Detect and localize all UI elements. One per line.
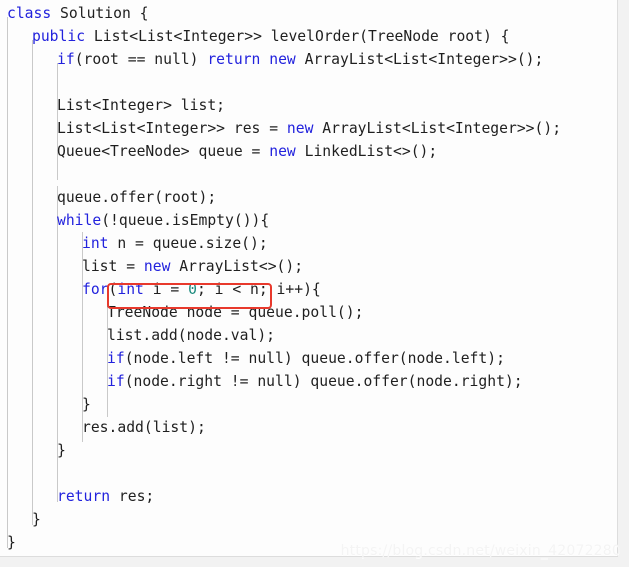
code-token-kw: new xyxy=(143,258,171,275)
code-line[interactable]: int n = queue.size(); xyxy=(0,232,617,255)
code-line[interactable]: List<List<Integer>> res = new ArrayList<… xyxy=(0,117,617,140)
code-line[interactable]: return res; xyxy=(0,485,617,508)
code-token-kw: int xyxy=(82,235,109,252)
code-token-plain: } xyxy=(82,396,91,413)
code-line[interactable] xyxy=(0,462,617,485)
code-token-plain: ArrayList<List<Integer>>(); xyxy=(313,120,562,137)
code-screenshot: class Solution {public List<List<Integer… xyxy=(0,0,629,567)
code-token-plain: i = xyxy=(143,281,189,298)
code-token-kw: return xyxy=(207,51,261,68)
code-token-plain: ArrayList<>(); xyxy=(170,258,304,275)
code-token-plain: List<List<Integer>> levelOrder(TreeNode … xyxy=(85,28,510,45)
code-token-plain: Solution { xyxy=(51,5,149,22)
code-line[interactable]: list.add(node.val); xyxy=(0,324,617,347)
code-line[interactable]: Queue<TreeNode> queue = new LinkedList<>… xyxy=(0,140,617,163)
code-token-kw: new xyxy=(286,120,314,137)
code-token-plain: (!queue.isEmpty()){ xyxy=(101,212,270,229)
code-token-plain: TreeNode node = queue.poll(); xyxy=(107,304,364,321)
code-line[interactable]: } xyxy=(0,439,617,462)
code-token-kw: class xyxy=(7,5,52,22)
code-token-kw: if xyxy=(107,373,125,390)
code-line[interactable]: res.add(list); xyxy=(0,416,617,439)
csdn-watermark: https://blog.csdn.net/weixin_42072280 xyxy=(340,543,621,559)
code-token-kw: for xyxy=(82,281,109,298)
code-token-plain: LinkedList<>(); xyxy=(295,143,438,160)
code-editor-surface[interactable]: class Solution {public List<List<Integer… xyxy=(0,0,618,557)
code-line[interactable]: if(node.left != null) queue.offer(node.l… xyxy=(0,347,617,370)
code-line[interactable]: TreeNode node = queue.poll(); xyxy=(0,301,617,324)
code-line[interactable] xyxy=(0,71,617,94)
code-token-plain: res.add(list); xyxy=(82,419,206,436)
code-token-plain: res; xyxy=(110,488,155,505)
code-token-plain: } xyxy=(7,534,16,551)
code-line[interactable]: } xyxy=(0,508,617,531)
code-token-kw: int xyxy=(117,281,144,298)
code-token-kw: return xyxy=(57,488,111,505)
code-token-plain: (node.right != null) queue.offer(node.ri… xyxy=(124,373,523,390)
code-line[interactable]: if(node.right != null) queue.offer(node.… xyxy=(0,370,617,393)
code-line[interactable]: List<Integer> list; xyxy=(0,94,617,117)
code-line[interactable]: for(int i = 0; i < n; i++){ xyxy=(0,278,617,301)
code-line[interactable]: queue.offer(root); xyxy=(0,186,617,209)
code-token-num: 0 xyxy=(188,281,197,298)
code-line[interactable]: if(root == null) return new ArrayList<Li… xyxy=(0,48,617,71)
code-token-plain: ArrayList<List<Integer>>(); xyxy=(295,51,544,68)
code-token-plain: List<List<Integer>> res = xyxy=(57,120,287,137)
code-token-plain: ; i < n; i++){ xyxy=(196,281,321,298)
code-token-plain: } xyxy=(32,511,41,528)
code-token-kw: public xyxy=(32,28,86,45)
code-token-kw: while xyxy=(57,212,102,229)
code-token-kw: new xyxy=(269,143,296,160)
code-token-plain: Queue<TreeNode> queue = xyxy=(57,143,270,160)
code-token-kw: new xyxy=(269,51,296,68)
code-token-plain: queue.offer(root); xyxy=(57,189,217,206)
code-token-plain: } xyxy=(57,442,66,459)
code-line[interactable]: list = new ArrayList<>(); xyxy=(0,255,617,278)
code-token-kw: if xyxy=(57,51,75,68)
code-line[interactable]: while(!queue.isEmpty()){ xyxy=(0,209,617,232)
code-line[interactable]: } xyxy=(0,393,617,416)
code-line[interactable]: class Solution { xyxy=(0,2,617,25)
code-block[interactable]: class Solution {public List<List<Integer… xyxy=(0,2,617,554)
code-token-plain: (root == null) xyxy=(74,51,208,68)
code-line[interactable] xyxy=(0,163,617,186)
code-token-plain: list = xyxy=(82,258,144,275)
code-line[interactable]: public List<List<Integer>> levelOrder(Tr… xyxy=(0,25,617,48)
code-token-plain: list.add(node.val); xyxy=(107,327,276,344)
code-token-plain: List<Integer> list; xyxy=(57,97,226,114)
code-token-plain: (node.left != null) queue.offer(node.lef… xyxy=(124,350,505,367)
code-token-kw: if xyxy=(107,350,125,367)
code-token-plain: n = queue.size(); xyxy=(108,235,268,252)
